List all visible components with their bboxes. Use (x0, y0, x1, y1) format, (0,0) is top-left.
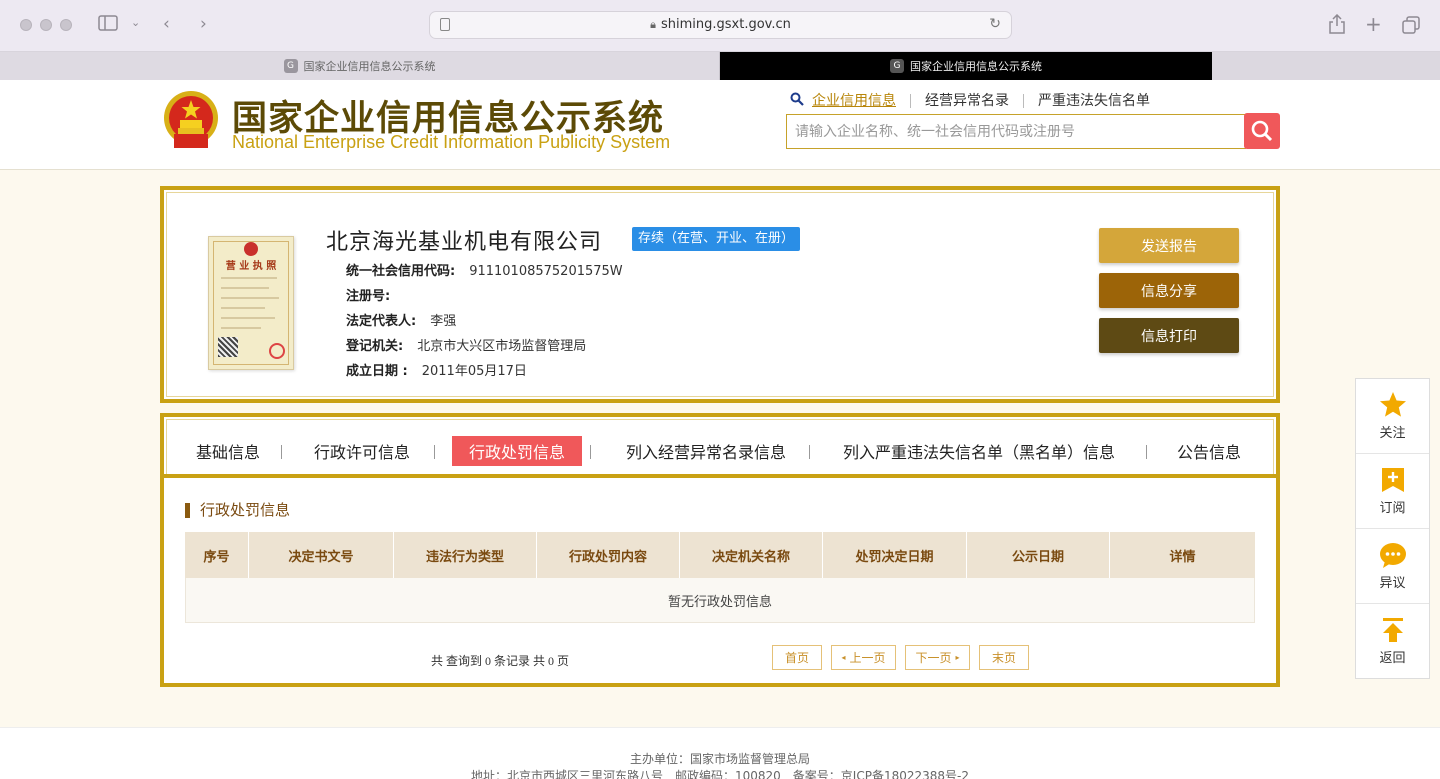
zoom-window-button[interactable] (60, 19, 72, 31)
objection-button[interactable]: 异议 (1356, 529, 1429, 604)
qr-code-icon (218, 337, 238, 357)
last-page-button[interactable]: 末页 (979, 645, 1029, 670)
info-registration-authority: 登记机关: 北京市大兴区市场监督管理局 (346, 339, 587, 354)
prev-page-button[interactable]: ◂ 上一页 (831, 645, 896, 670)
site-header: 国家企业信用信息公示系统 National Enterprise Credit … (0, 80, 1440, 170)
share-info-button[interactable]: 信息分享 (1099, 273, 1239, 308)
new-tab-icon[interactable]: + (1365, 12, 1382, 36)
address-bar[interactable]: 🔒︎ shiming.gsxt.gov.cn ↻ (429, 11, 1012, 39)
tab-blacklist[interactable]: 列入严重违法失信名单（黑名单）信息 (834, 436, 1124, 466)
pagination-summary: 共 查询到 0 条记录 共 0 页 (431, 654, 570, 668)
emblem-icon (244, 242, 258, 256)
search-input[interactable] (786, 114, 1246, 149)
next-page-button[interactable]: 下一页 ▸ (905, 645, 970, 670)
info-credit-code: 统一社会信用代码: 91110108575201575W (346, 264, 623, 279)
browser-toolbar: ⌄ ‹ › 🔒︎ shiming.gsxt.gov.cn ↻ + (0, 0, 1440, 52)
tab-overview-icon[interactable] (1402, 16, 1420, 39)
tab-title: 国家企业信用信息公示系统 (303, 60, 436, 73)
column-header: 决定书文号 (249, 532, 394, 578)
star-icon (1379, 392, 1406, 417)
info-reg-number: 注册号: (346, 289, 391, 304)
license-title: 营 业 执 照 (225, 261, 277, 272)
browser-tab-2[interactable]: G 国家企业信用信息公示系统 (720, 52, 1212, 80)
empty-table-message: 暂无行政处罚信息 (185, 578, 1255, 623)
tab-strip: G 国家企业信用信息公示系统 G 国家企业信用信息公示系统 (0, 52, 1440, 80)
chevron-right-icon: ▸ (955, 653, 960, 662)
footer-sponsor: 主办单位：国家市场监督管理总局 (629, 752, 810, 766)
column-header: 序号 (185, 532, 249, 578)
column-header: 详情 (1169, 549, 1196, 565)
search-tab-credit[interactable]: 企业信用信息 (812, 94, 910, 108)
favicon-icon: G (283, 59, 298, 73)
column-header: 公示日期 (967, 532, 1110, 578)
sidebar-toggle-icon[interactable] (98, 15, 118, 36)
back-to-top-button[interactable]: 返回 (1356, 604, 1429, 679)
search-tab-abnormal[interactable]: 经营异常名录 (910, 94, 1023, 108)
site-subtitle: National Enterprise Credit Information P… (232, 132, 671, 152)
close-window-button[interactable] (20, 19, 32, 31)
tab-abnormal-list[interactable]: 列入经营异常名录信息 (616, 436, 796, 466)
favicon-icon: G (890, 59, 904, 73)
search-button[interactable] (1244, 113, 1280, 149)
browser-tab-1[interactable]: G 国家企业信用信息公示系统 (0, 52, 720, 80)
tab-admin-penalty[interactable]: 行政处罚信息 (452, 436, 582, 466)
subscribe-icon (1381, 467, 1404, 492)
tab-admin-license[interactable]: 行政许可信息 (304, 436, 420, 466)
subscribe-button[interactable]: 订阅 (1356, 454, 1429, 529)
print-info-button[interactable]: 信息打印 (1099, 318, 1239, 353)
column-header: 处罚决定日期 (823, 532, 967, 578)
stamp-icon (269, 343, 285, 359)
search-icon (790, 92, 804, 110)
status-badge: 存续（在营、开业、在册） (632, 227, 801, 251)
follow-button[interactable]: 关注 (1356, 379, 1429, 454)
info-legal-rep: 法定代表人: 李强 (346, 314, 457, 329)
back-to-top-icon (1382, 618, 1403, 642)
lock-icon: 🔒︎ (650, 18, 656, 31)
tab-title: 国家企业信用信息公示系统 (910, 60, 1042, 73)
penalty-table: 序号 决定书文号 违法行为类型 行政处罚内容 决定机关名称 处罚决定日期 公示日… (185, 532, 1255, 623)
company-name: 北京海光基业机电有限公司 (326, 229, 603, 254)
info-nav-bar: 基础信息 行政许可信息 行政处罚信息 列入经营异常名录信息 列入严重违法失信名单… (164, 417, 1276, 478)
info-established-date: 成立日期 :2011年05月17日 (346, 364, 527, 379)
section-title: 行政处罚信息 (185, 503, 290, 518)
forward-arrow-icon[interactable]: › (200, 14, 207, 34)
search-tab-blacklist[interactable]: 严重违法失信名单 (1023, 94, 1164, 108)
penalty-info-card: 基础信息 行政许可信息 行政处罚信息 列入经营异常名录信息 列入严重违法失信名单… (160, 413, 1280, 687)
tab-basic-info[interactable]: 基础信息 (184, 436, 272, 466)
reload-icon[interactable]: ↻ (989, 16, 1001, 32)
column-header: 违法行为类型 (394, 532, 537, 578)
window-controls[interactable] (20, 19, 72, 31)
comment-icon (1379, 542, 1406, 568)
business-license-image[interactable]: 营 业 执 照 (208, 236, 294, 370)
column-header: 决定机关名称 (680, 532, 823, 578)
send-report-button[interactable]: 发送报告 (1099, 228, 1239, 263)
floating-side-panel: 关注 订阅 异议 返回 (1355, 378, 1430, 679)
first-page-button[interactable]: 首页 (772, 645, 822, 670)
chevron-left-icon: ◂ (841, 653, 846, 662)
minimize-window-button[interactable] (40, 19, 52, 31)
search-icon (1251, 120, 1273, 142)
footer-address: 地址：北京市西城区三里河东路八号 邮政编码：100820 备案号：京ICP备18… (470, 769, 969, 779)
url-text: shiming.gsxt.gov.cn (660, 17, 791, 32)
search-type-tabs: 企业信用信息 经营异常名录 严重违法失信名单 (790, 92, 1164, 110)
site-footer: 主办单位：国家市场监督管理总局 地址：北京市西城区三里河东路八号 邮政编码：10… (0, 727, 1440, 779)
company-info-card: 营 业 执 照 北京海光基业机电有限公司 存续（在营、开业、在册） 统一社会信用… (160, 186, 1280, 403)
chevron-down-icon[interactable]: ⌄ (131, 16, 140, 29)
national-emblem-icon (162, 90, 220, 152)
tab-announcements[interactable]: 公告信息 (1166, 436, 1252, 466)
back-arrow-icon[interactable]: ‹ (163, 14, 170, 34)
table-header: 序号 决定书文号 违法行为类型 行政处罚内容 决定机关名称 处罚决定日期 公示日… (185, 532, 1255, 578)
column-header: 行政处罚内容 (537, 532, 680, 578)
share-icon[interactable] (1328, 13, 1346, 39)
